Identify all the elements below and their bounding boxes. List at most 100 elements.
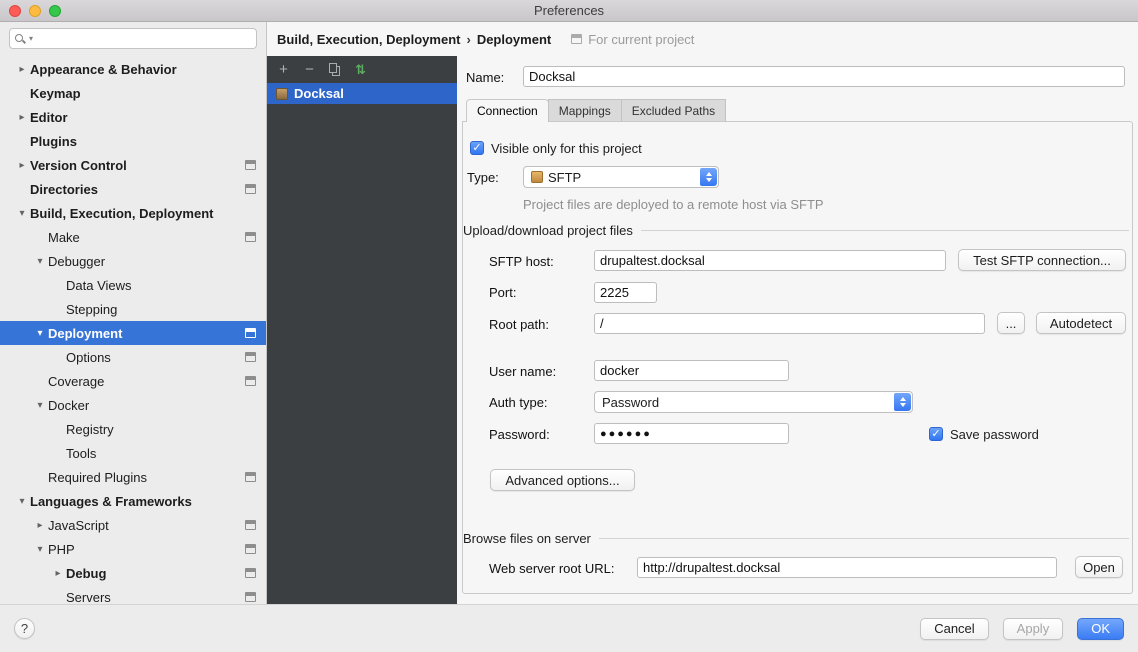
add-server-button[interactable]: + (276, 62, 291, 77)
sidebar-item-label: JavaScript (48, 518, 109, 533)
combo-stepper-icon[interactable] (700, 168, 717, 186)
sidebar-item-php[interactable]: ▾PHP (0, 537, 266, 561)
auth-type-select[interactable]: Password (594, 391, 913, 413)
sidebar-item-languages-frameworks[interactable]: ▾Languages & Frameworks (0, 489, 266, 513)
chevron-down-icon[interactable]: ▾ (32, 328, 48, 339)
sidebar-item-stepping[interactable]: Stepping (0, 297, 266, 321)
sftp-host-input[interactable] (594, 250, 946, 271)
sidebar-item-plugins[interactable]: Plugins (0, 129, 266, 153)
sidebar-item-registry[interactable]: Registry (0, 417, 266, 441)
apply-button[interactable]: Apply (1003, 618, 1064, 640)
chevron-right-icon[interactable]: ▸ (14, 112, 30, 123)
advanced-options-button[interactable]: Advanced options... (490, 469, 635, 491)
sidebar-item-directories[interactable]: Directories (0, 177, 266, 201)
port-label: Port: (489, 285, 516, 300)
server-list-item-docksal[interactable]: Docksal (267, 83, 457, 104)
project-scope-icon (571, 34, 582, 44)
copy-server-button[interactable] (328, 63, 342, 77)
sidebar-item-servers[interactable]: Servers (0, 585, 266, 604)
chevron-right-icon[interactable]: ▸ (14, 160, 30, 171)
ok-button[interactable]: OK (1077, 618, 1124, 640)
chevron-right-icon[interactable]: ▸ (50, 568, 66, 579)
sidebar-item-options[interactable]: Options (0, 345, 266, 369)
minimize-window-button[interactable] (29, 5, 41, 17)
open-button[interactable]: Open (1075, 556, 1123, 578)
web-root-label: Web server root URL: (489, 561, 614, 576)
sync-servers-button[interactable]: ⇅ (353, 63, 368, 76)
sidebar-item-label: Docker (48, 398, 89, 413)
chevron-down-icon[interactable]: ▾ (32, 544, 48, 555)
chevron-right-icon[interactable]: ▸ (14, 64, 30, 75)
chevron-down-icon[interactable]: ▾ (14, 208, 30, 219)
zoom-window-button[interactable] (49, 5, 61, 17)
cancel-button[interactable]: Cancel (920, 618, 988, 640)
save-password-checkbox[interactable]: ✓ Save password (929, 424, 1039, 444)
visible-only-label: Visible only for this project (491, 141, 642, 156)
chevron-down-icon[interactable]: ▾ (32, 256, 48, 267)
visible-only-checkbox[interactable]: ✓ Visible only for this project (470, 138, 642, 158)
sidebar-item-docker[interactable]: ▾Docker (0, 393, 266, 417)
sidebar-item-label: Plugins (30, 134, 77, 149)
server-list-toolbar: + − ⇅ (267, 56, 457, 83)
help-button[interactable]: ? (14, 618, 35, 639)
port-input[interactable] (594, 282, 657, 303)
sidebar-item-make[interactable]: Make (0, 225, 266, 249)
titlebar[interactable]: Preferences (0, 0, 1138, 22)
remove-server-button[interactable]: − (302, 62, 317, 77)
sidebar-item-label: Required Plugins (48, 470, 147, 485)
copy-icon (329, 63, 337, 73)
sidebar-item-editor[interactable]: ▸Editor (0, 105, 266, 129)
sidebar-item-build-execution-deployment[interactable]: ▾Build, Execution, Deployment (0, 201, 266, 225)
web-root-input[interactable] (637, 557, 1057, 578)
sidebar-item-tools[interactable]: Tools (0, 441, 266, 465)
sidebar-item-debugger[interactable]: ▾Debugger (0, 249, 266, 273)
upload-section-header: Upload/download project files (463, 222, 1129, 238)
sidebar-item-label: Make (48, 230, 80, 245)
user-name-label: User name: (489, 364, 556, 379)
sidebar-item-keymap[interactable]: Keymap (0, 81, 266, 105)
traffic-lights (9, 5, 61, 17)
sidebar-item-appearance-behavior[interactable]: ▸Appearance & Behavior (0, 57, 266, 81)
password-input[interactable] (594, 423, 789, 444)
sidebar-item-deployment[interactable]: ▾Deployment (0, 321, 266, 345)
chevron-down-icon[interactable]: ▾ (32, 400, 48, 411)
checkbox-checked-icon[interactable]: ✓ (929, 427, 943, 441)
sidebar-item-label: Tools (66, 446, 96, 461)
sidebar-item-coverage[interactable]: Coverage (0, 369, 266, 393)
search-chevron-down-icon[interactable]: ▾ (29, 34, 33, 43)
sftp-type-icon (531, 171, 543, 183)
breadcrumb-item-deployment[interactable]: Deployment (477, 32, 551, 47)
per-project-icon (245, 352, 256, 362)
root-path-input[interactable] (594, 313, 985, 334)
tab-connection[interactable]: Connection (466, 99, 549, 122)
per-project-icon (245, 160, 256, 170)
sidebar-item-label: Appearance & Behavior (30, 62, 177, 77)
chevron-right-icon[interactable]: ▸ (32, 520, 48, 531)
breadcrumb-item-build-execution-deployment[interactable]: Build, Execution, Deployment (277, 32, 460, 47)
name-input[interactable] (523, 66, 1125, 87)
browse-root-path-button[interactable]: ... (997, 312, 1025, 334)
server-list-panel: + − ⇅ Docksal (267, 56, 457, 604)
combo-stepper-icon[interactable] (894, 393, 911, 411)
settings-search-input[interactable]: ▾ (9, 28, 257, 49)
type-select[interactable]: SFTP (523, 166, 719, 188)
tab-excluded-paths[interactable]: Excluded Paths (621, 99, 726, 122)
test-sftp-connection-button[interactable]: Test SFTP connection... (958, 249, 1126, 271)
sidebar-item-label: Debug (66, 566, 106, 581)
per-project-icon (245, 592, 256, 602)
sidebar-item-debug[interactable]: ▸Debug (0, 561, 266, 585)
sidebar-item-label: Registry (66, 422, 114, 437)
sidebar-item-data-views[interactable]: Data Views (0, 273, 266, 297)
sidebar-item-javascript[interactable]: ▸JavaScript (0, 513, 266, 537)
sidebar-item-label: Languages & Frameworks (30, 494, 192, 509)
autodetect-button[interactable]: Autodetect (1036, 312, 1126, 334)
user-name-input[interactable] (594, 360, 789, 381)
sidebar-item-version-control[interactable]: ▸Version Control (0, 153, 266, 177)
checkbox-checked-icon[interactable]: ✓ (470, 141, 484, 155)
chevron-down-icon[interactable]: ▾ (14, 496, 30, 507)
sidebar-item-required-plugins[interactable]: Required Plugins (0, 465, 266, 489)
close-window-button[interactable] (9, 5, 21, 17)
tab-mappings[interactable]: Mappings (548, 99, 622, 122)
tab-bar: Connection Mappings Excluded Paths (466, 99, 725, 122)
per-project-icon (245, 544, 256, 554)
